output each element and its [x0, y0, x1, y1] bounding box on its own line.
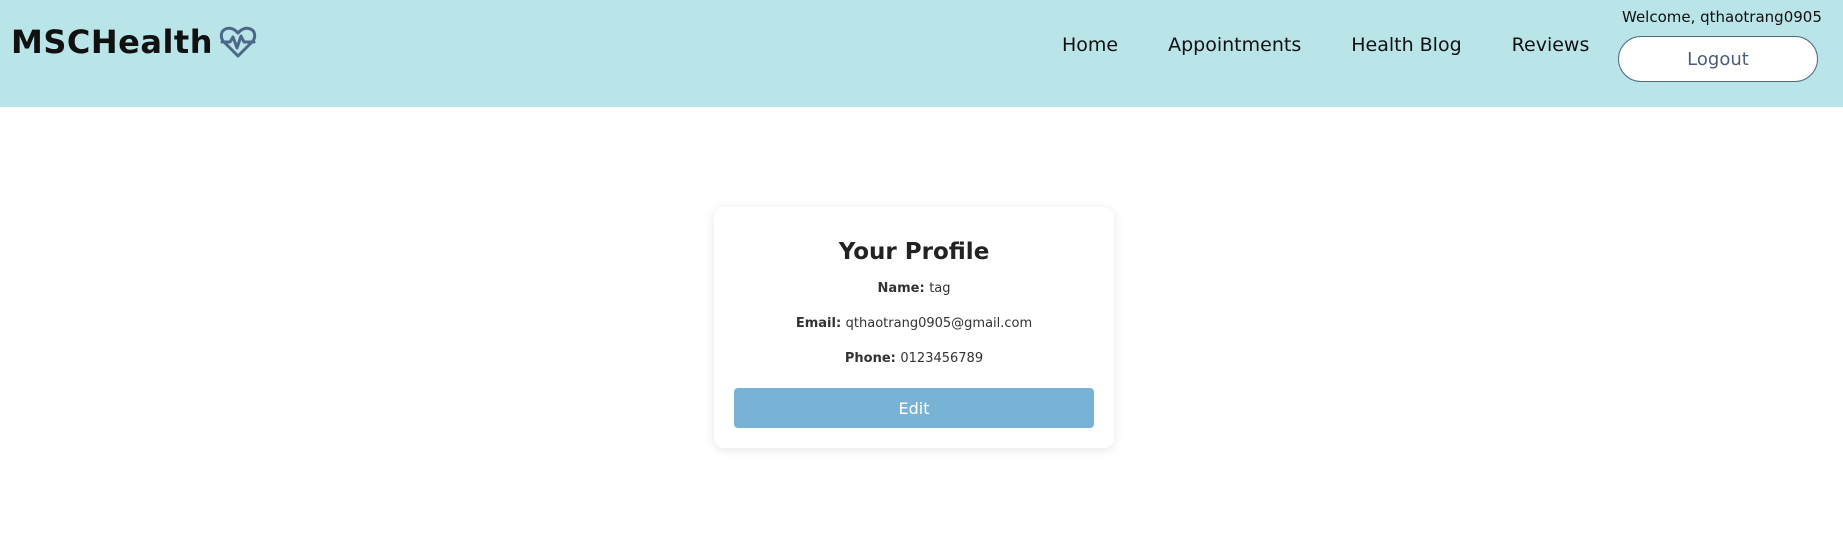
profile-email-row: Email: qthaotrang0905@gmail.com: [714, 316, 1114, 331]
nav-home[interactable]: Home: [1062, 34, 1118, 56]
profile-title: Your Profile: [838, 239, 990, 265]
name-label: Name:: [877, 281, 930, 296]
name-value: tag: [929, 281, 951, 296]
email-value: qthaotrang0905@gmail.com: [845, 316, 1033, 331]
nav-reviews[interactable]: Reviews: [1512, 34, 1590, 56]
edit-profile-button[interactable]: Edit: [734, 388, 1094, 428]
phone-label: Phone:: [844, 351, 901, 366]
brand-name: MSCHealth: [11, 23, 213, 61]
email-label: Email:: [795, 316, 846, 331]
profile-name-row: Name: tag: [714, 281, 1114, 296]
nav-health-blog[interactable]: Health Blog: [1351, 34, 1461, 56]
nav-appointments[interactable]: Appointments: [1168, 34, 1301, 56]
logout-button[interactable]: Logout: [1618, 36, 1818, 82]
profile-phone-row: Phone: 0123456789: [714, 351, 1114, 366]
heart-pulse-icon: [219, 23, 257, 61]
profile-card: Your Profile Name: tag Email: qthaotrang…: [714, 207, 1114, 448]
main-nav: Home Appointments Health Blog Reviews: [1062, 30, 1589, 60]
brand-logo[interactable]: MSCHealth: [11, 20, 257, 64]
top-header: MSCHealth Home Appointments Health Blog …: [0, 0, 1843, 107]
phone-value: 0123456789: [900, 351, 984, 366]
welcome-message: Welcome, qthaotrang0905: [1622, 8, 1822, 26]
